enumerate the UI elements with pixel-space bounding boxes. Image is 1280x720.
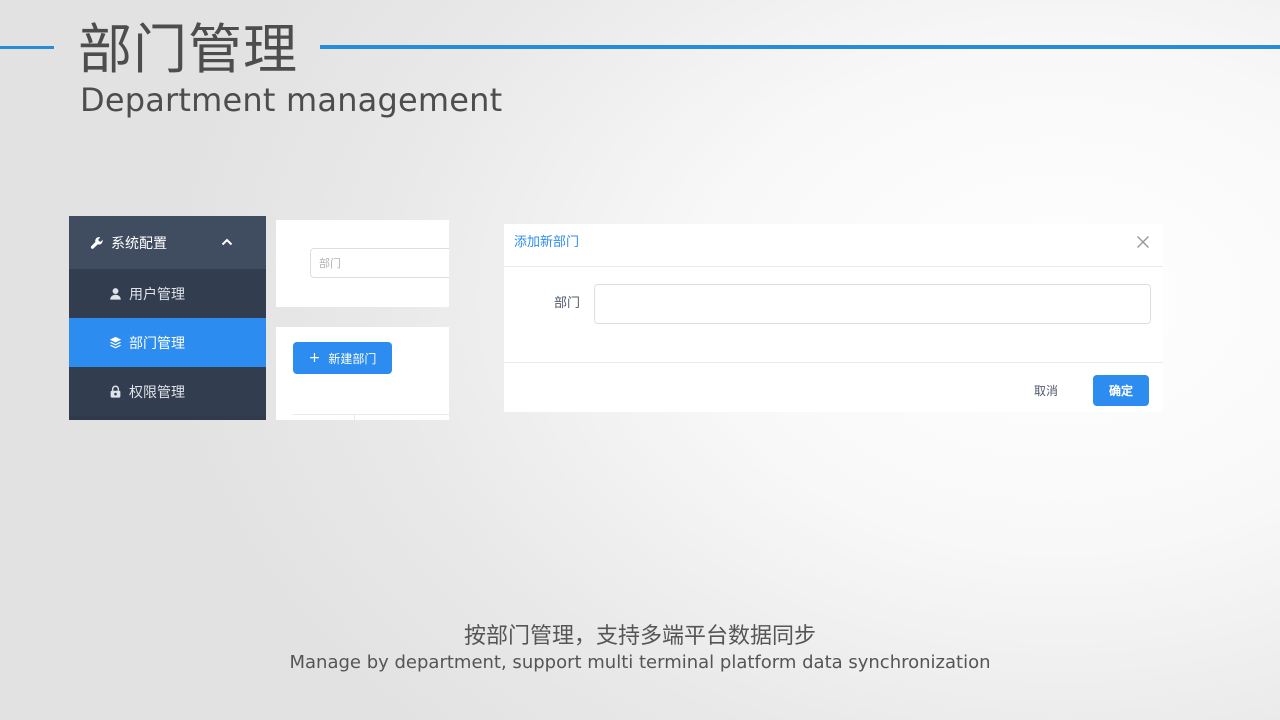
caption-english: Manage by department, support multi term… bbox=[289, 652, 991, 673]
new-department-button[interactable]: + 新建部门 bbox=[293, 342, 392, 374]
sidebar-item-label: 部门管理 bbox=[129, 335, 185, 352]
sidebar-item-user-management[interactable]: 用户管理 bbox=[69, 269, 266, 318]
chevron-up-icon[interactable] bbox=[219, 234, 235, 250]
sidebar-group-label: 系统配置 bbox=[111, 235, 167, 252]
add-department-modal: 添加新部门 部门 取消 确定 bbox=[504, 224, 1163, 412]
sidebar-item-permission-management[interactable]: 权限管理 bbox=[69, 367, 266, 416]
department-table-header bbox=[292, 414, 449, 420]
confirm-button[interactable]: 确定 bbox=[1093, 375, 1149, 406]
department-name-input[interactable] bbox=[594, 284, 1151, 324]
sidebar-item-department-management[interactable]: 部门管理 bbox=[69, 318, 266, 367]
layers-icon bbox=[107, 335, 123, 351]
modal-footer: 取消 确定 bbox=[504, 362, 1163, 412]
table-column-divider bbox=[354, 415, 355, 420]
user-icon bbox=[107, 286, 123, 302]
filter-panel bbox=[276, 220, 449, 307]
department-field-label: 部门 bbox=[554, 296, 581, 311]
new-department-label: 新建部门 bbox=[328, 351, 377, 366]
cancel-button[interactable]: 取消 bbox=[1020, 375, 1072, 405]
sidebar-group-system-config[interactable]: 系统配置 bbox=[69, 216, 266, 269]
sidebar-item-label: 用户管理 bbox=[129, 286, 185, 303]
header-accent-line-left bbox=[0, 46, 54, 49]
sidebar: 系统配置 用户管理 部门管理 权限管理 bbox=[69, 216, 266, 420]
modal-header: 添加新部门 bbox=[504, 224, 1163, 267]
page-title: 部门管理 bbox=[78, 18, 298, 81]
wrench-icon bbox=[89, 235, 105, 251]
close-icon[interactable] bbox=[1136, 234, 1150, 248]
department-search-input[interactable] bbox=[310, 248, 449, 278]
department-list-panel: + 新建部门 bbox=[276, 327, 449, 420]
header-accent-line-right bbox=[320, 45, 1280, 49]
caption-chinese: 按部门管理，支持多端平台数据同步 bbox=[463, 624, 816, 649]
sidebar-item-label: 权限管理 bbox=[129, 384, 185, 401]
page-subtitle: Department management bbox=[80, 81, 503, 119]
plus-icon: + bbox=[308, 350, 321, 366]
lock-icon bbox=[107, 384, 123, 400]
modal-title: 添加新部门 bbox=[514, 235, 580, 250]
